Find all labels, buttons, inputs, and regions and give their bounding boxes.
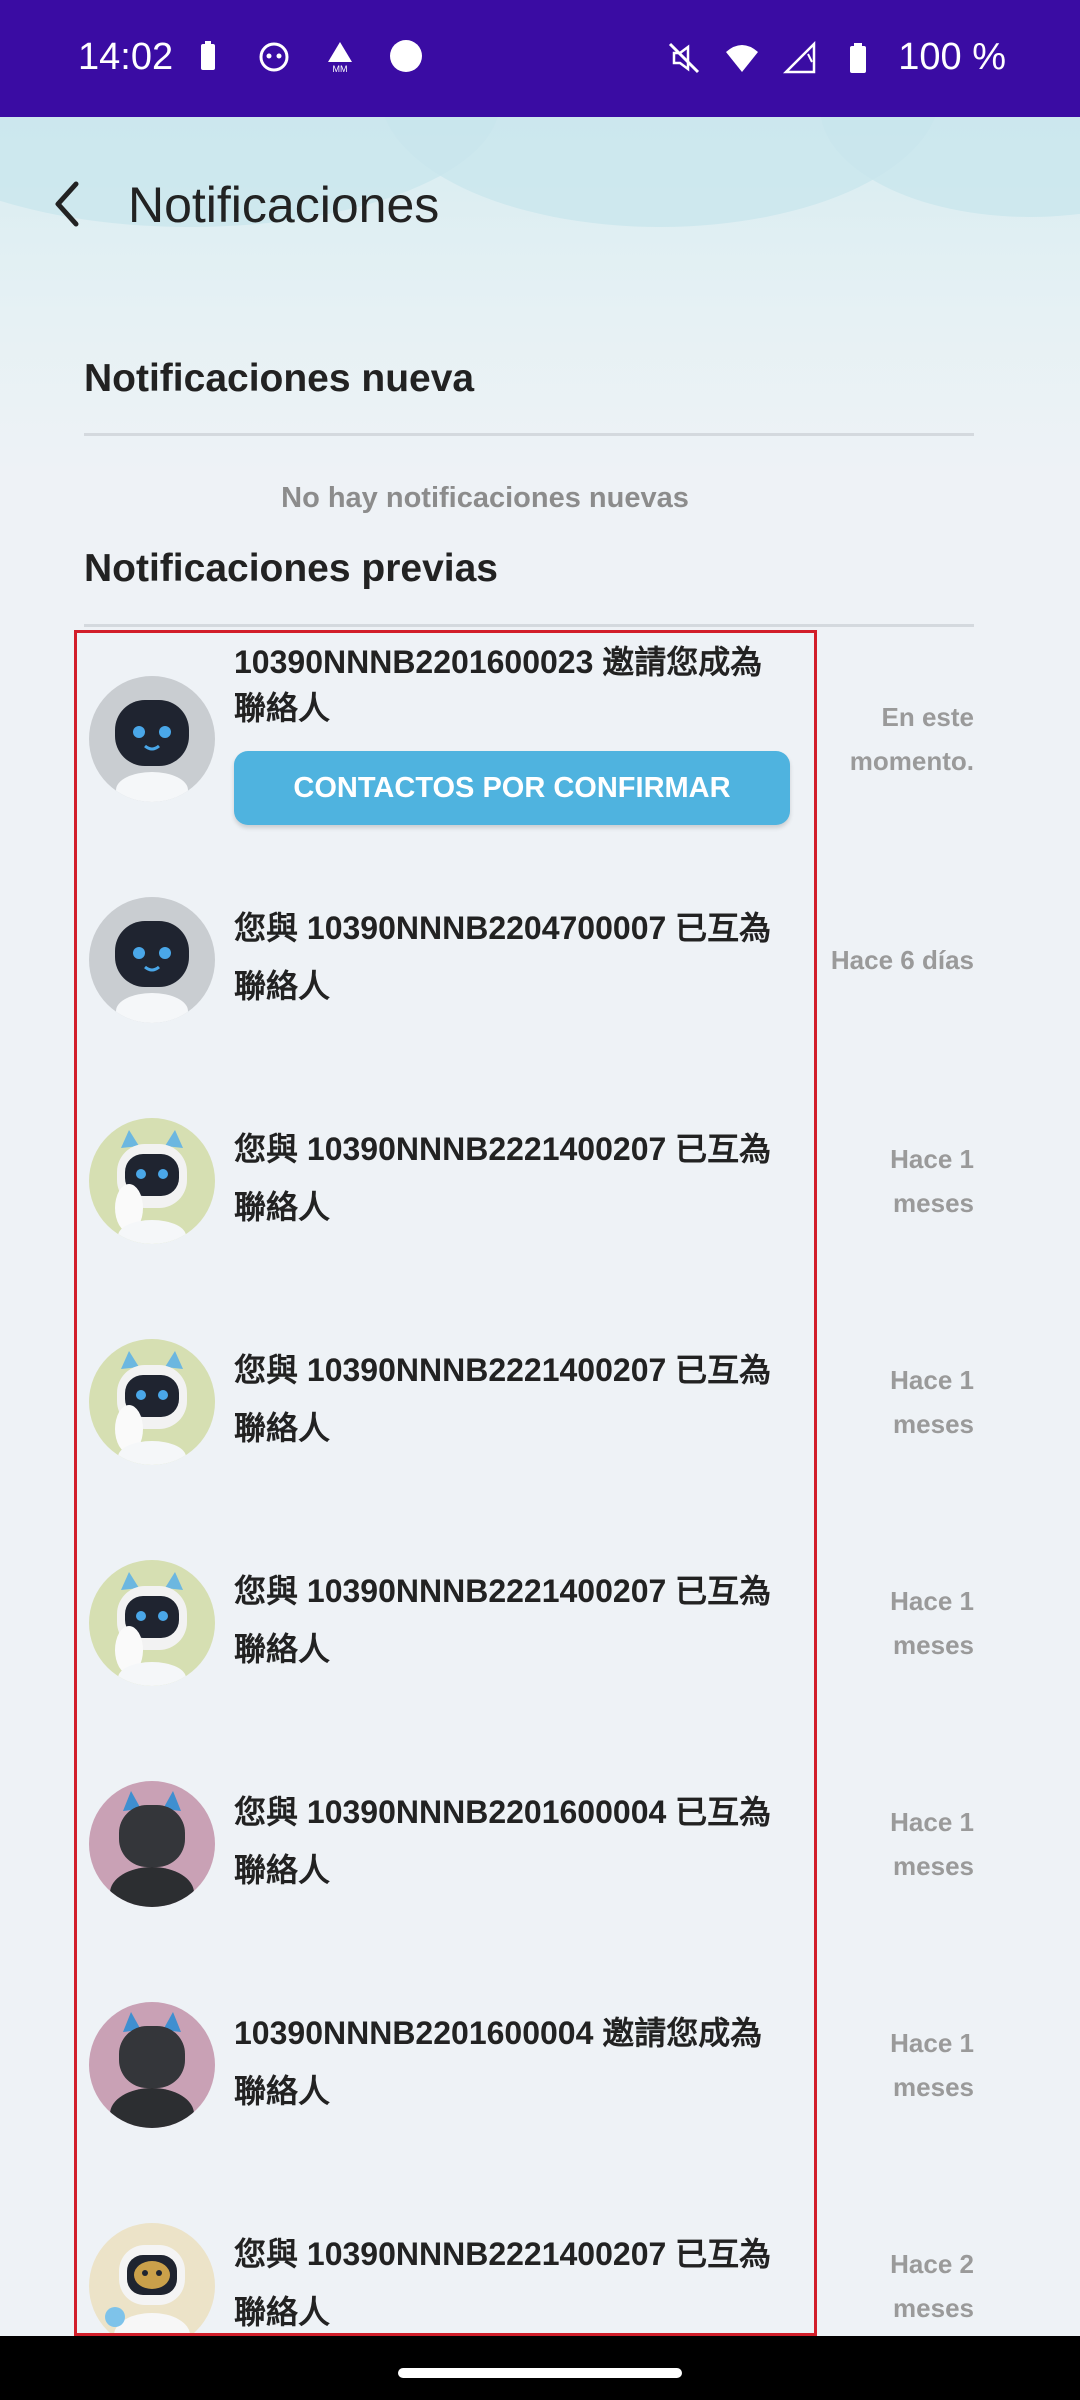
robot-cat-avatar-icon [115, 1130, 187, 1244]
status-bar: 14:02 MM 100 % [0, 0, 1080, 117]
new-notifications-title: Notificaciones nueva [84, 357, 475, 400]
battery-full-icon [850, 42, 867, 73]
battery-icon [201, 41, 215, 70]
robot-cat-avatar-icon [115, 1572, 187, 1686]
avatar [89, 1781, 215, 1907]
previous-notifications-title: Notificaciones previas [84, 547, 498, 590]
notification-list: 10390NNNB2201600023 邀請您成為 聯絡人 CONTACTOS … [74, 630, 817, 2336]
avatar [89, 676, 215, 802]
avatar [89, 1118, 215, 1244]
divider [84, 433, 974, 436]
avatar [89, 2223, 215, 2333]
divider [84, 624, 974, 627]
mute-icon [669, 42, 700, 73]
status-time: 14:02 [78, 36, 174, 78]
svg-text:MM: MM [333, 64, 348, 74]
robot-yellow-avatar-icon [105, 2245, 190, 2333]
notification-line1: 您與 10390NNNB2221400207 已互為 [234, 1573, 772, 1609]
mm-icon: MM [328, 42, 352, 74]
robot-avatar-icon [115, 921, 189, 1023]
notification-line2: 聯絡人 [234, 968, 331, 1004]
circle-icon [390, 40, 422, 72]
robot-dark-avatar-icon [110, 1791, 194, 1907]
avatar [89, 1560, 215, 1686]
avatar [89, 897, 215, 1023]
wifi-icon [726, 44, 759, 72]
notification-line1: 您與 10390NNNB2201600004 已互為 [234, 1794, 772, 1830]
battery-percent: 100 % [898, 36, 1006, 78]
robot-dark-avatar-icon [110, 2012, 194, 2128]
notification-time: Hace 1 meses [890, 1144, 974, 1218]
signal-icon [783, 40, 816, 73]
notification-line1: 您與 10390NNNB2221400207 已互為 [234, 1352, 772, 1388]
notification-line2: 聯絡人 [234, 1631, 331, 1667]
confirm-contacts-button[interactable]: CONTACTOS POR CONFIRMAR [234, 751, 790, 825]
notification-time: En este momento. [849, 702, 974, 776]
notification-time: Hace 1 meses [890, 1807, 974, 1881]
notification-line2: 聯絡人 [234, 2294, 331, 2330]
notification-time: Hace 2 meses [890, 2249, 974, 2323]
notification-time: Hace 6 días [830, 945, 974, 975]
no-new-notifications-text: No hay notificaciones nuevas [281, 482, 689, 514]
notification-line1: 您與 10390NNNB2204700007 已互為 [234, 910, 772, 946]
avatar [89, 1339, 215, 1465]
notification-line2: 聯絡人 [234, 1410, 331, 1446]
notification-time: Hace 1 meses [890, 2028, 974, 2102]
notification-time: Hace 1 meses [890, 1365, 974, 1439]
page-title: Notificaciones [128, 177, 440, 233]
header-background [0, 117, 1080, 477]
robot-avatar-icon [115, 700, 189, 802]
notification-line2: 聯絡人 [234, 1189, 331, 1225]
app-icon [259, 42, 289, 72]
avatar [89, 2002, 215, 2128]
notification-line1: 您與 10390NNNB2221400207 已互為 [234, 2236, 772, 2272]
home-gesture-handle[interactable] [398, 2368, 682, 2378]
notification-line1: 您與 10390NNNB2221400207 已互為 [234, 1131, 772, 1167]
notification-time: Hace 1 meses [890, 1586, 974, 1660]
notification-line2: 聯絡人 [234, 1852, 331, 1888]
notification-line1: 10390NNNB2201600004 邀請您成為 [234, 2015, 763, 2051]
back-arrow-icon[interactable] [48, 174, 88, 234]
notification-line2: 聯絡人 [234, 2073, 331, 2109]
robot-cat-avatar-icon [115, 1351, 187, 1465]
